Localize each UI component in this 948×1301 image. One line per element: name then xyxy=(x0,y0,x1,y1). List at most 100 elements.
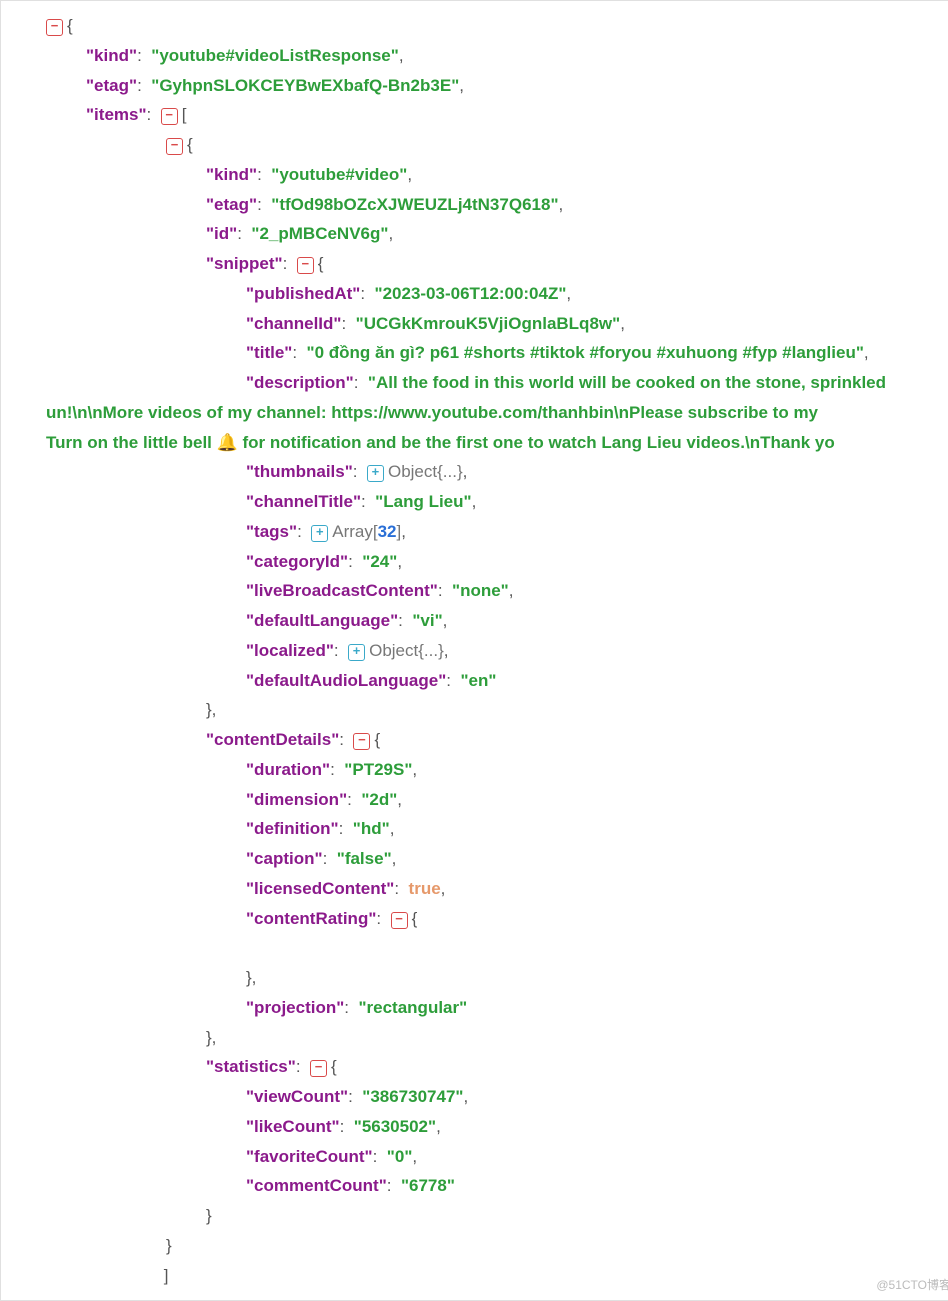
items-close: ] xyxy=(126,1261,948,1291)
collapse-icon[interactable]: − xyxy=(161,108,178,125)
kv-description: "description": "All the food in this wor… xyxy=(246,368,948,398)
item-open: −{ xyxy=(166,130,948,160)
json-string: "GyhpnSLOKCEYBwEXbafQ-Bn2b3E" xyxy=(151,76,459,95)
json-key: "id" xyxy=(206,224,237,243)
json-key: "favoriteCount" xyxy=(246,1147,373,1166)
expand-icon[interactable]: + xyxy=(348,644,365,661)
json-string: "tfOd98bOZcXJWEUZLj4tN37Q618" xyxy=(271,195,558,214)
json-key: "thumbnails" xyxy=(246,462,353,481)
json-key: "caption" xyxy=(246,849,323,868)
kv-title: "title": "0 đồng ăn gì? p61 #shorts #tik… xyxy=(246,338,948,368)
kv-definition: "definition": "hd", xyxy=(246,814,948,844)
json-key: "etag" xyxy=(86,76,137,95)
kv-item-kind: "kind": "youtube#video", xyxy=(206,160,948,190)
kv-localized: "localized": +Object{...}, xyxy=(246,636,948,666)
item-close: } xyxy=(166,1231,948,1261)
json-key: "kind" xyxy=(86,46,137,65)
json-key: "duration" xyxy=(246,760,330,779)
kv-kind: "kind": "youtube#videoListResponse", xyxy=(86,41,948,71)
kv-statistics: "statistics": −{ xyxy=(206,1052,948,1082)
kv-viewCount: "viewCount": "386730747", xyxy=(246,1082,948,1112)
watermark: @51CTO博客 xyxy=(876,1275,948,1296)
root-open: −{ xyxy=(46,11,948,41)
json-viewer: −{ "kind": "youtube#videoListResponse", … xyxy=(0,0,948,1301)
collapsed-meta: Object{...} xyxy=(369,641,444,660)
collapsed-meta: Array[32] xyxy=(332,522,401,541)
json-key: "projection" xyxy=(246,998,344,1017)
collapse-icon[interactable]: − xyxy=(310,1060,327,1077)
kv-contentRating: "contentRating": −{ xyxy=(246,904,948,934)
kv-contentDetails: "contentDetails": −{ xyxy=(206,725,948,755)
collapse-icon[interactable]: − xyxy=(166,138,183,155)
kv-etag: "etag": "GyhpnSLOKCEYBwEXbafQ-Bn2b3E", xyxy=(86,71,948,101)
json-key: "contentDetails" xyxy=(206,730,339,749)
json-string: "none" xyxy=(452,581,509,600)
json-key: "categoryId" xyxy=(246,552,348,571)
json-key: "dimension" xyxy=(246,790,347,809)
blank-line xyxy=(246,933,948,963)
kv-likeCount: "likeCount": "5630502", xyxy=(246,1112,948,1142)
json-string: "0 đồng ăn gì? p61 #shorts #tiktok #fory… xyxy=(307,343,864,362)
json-string: "2_pMBCeNV6g" xyxy=(251,224,388,243)
description-wrap-1: un!\n\nMore videos of my channel: https:… xyxy=(46,398,948,428)
collapse-icon[interactable]: − xyxy=(353,733,370,750)
json-string: "2023-03-06T12:00:04Z" xyxy=(375,284,567,303)
json-string: "6778" xyxy=(401,1176,455,1195)
json-key: "etag" xyxy=(206,195,257,214)
kv-defaultLanguage: "defaultLanguage": "vi", xyxy=(246,606,948,636)
json-string: "2d" xyxy=(361,790,397,809)
kv-caption: "caption": "false", xyxy=(246,844,948,874)
json-string: "false" xyxy=(337,849,392,868)
json-key: "liveBroadcastContent" xyxy=(246,581,438,600)
collapse-icon[interactable]: − xyxy=(391,912,408,929)
collapse-icon[interactable]: − xyxy=(297,257,314,274)
collapsed-meta: Object{...} xyxy=(388,462,463,481)
json-string: un!\n\nMore videos of my channel: https:… xyxy=(46,403,818,422)
expand-icon[interactable]: + xyxy=(367,465,384,482)
contentDetails-close: }, xyxy=(206,1023,948,1053)
kv-thumbnails: "thumbnails": +Object{...}, xyxy=(246,457,948,487)
json-string: "PT29S" xyxy=(344,760,412,779)
statistics-close: } xyxy=(206,1201,948,1231)
json-key: "kind" xyxy=(206,165,257,184)
json-string: "youtube#video" xyxy=(271,165,407,184)
json-key: "viewCount" xyxy=(246,1087,348,1106)
json-string: "youtube#videoListResponse" xyxy=(151,46,399,65)
json-key: "snippet" xyxy=(206,254,283,273)
kv-projection: "projection": "rectangular" xyxy=(246,993,948,1023)
json-string: "hd" xyxy=(353,819,390,838)
kv-categoryId: "categoryId": "24", xyxy=(246,547,948,577)
json-key: "contentRating" xyxy=(246,909,376,928)
json-string: "UCGkKmrouK5VjiOgnlaBLq8w" xyxy=(356,314,621,333)
json-key: "statistics" xyxy=(206,1057,296,1076)
json-string: "All the food in this world will be cook… xyxy=(368,373,886,392)
kv-dimension: "dimension": "2d", xyxy=(246,785,948,815)
json-key: "likeCount" xyxy=(246,1117,340,1136)
json-bool: true xyxy=(409,879,441,898)
json-key: "definition" xyxy=(246,819,339,838)
kv-channelTitle: "channelTitle": "Lang Lieu", xyxy=(246,487,948,517)
json-key: "channelId" xyxy=(246,314,341,333)
snippet-close: }, xyxy=(206,695,948,725)
json-string: "24" xyxy=(362,552,397,571)
kv-duration: "duration": "PT29S", xyxy=(246,755,948,785)
json-string: Turn on the little bell 🔔 for notificati… xyxy=(46,433,835,452)
json-key: "tags" xyxy=(246,522,297,541)
kv-favoriteCount: "favoriteCount": "0", xyxy=(246,1142,948,1172)
kv-snippet: "snippet": −{ xyxy=(206,249,948,279)
json-key: "description" xyxy=(246,373,354,392)
json-key: "commentCount" xyxy=(246,1176,387,1195)
kv-channelId: "channelId": "UCGkKmrouK5VjiOgnlaBLq8w", xyxy=(246,309,948,339)
kv-publishedAt: "publishedAt": "2023-03-06T12:00:04Z", xyxy=(246,279,948,309)
expand-icon[interactable]: + xyxy=(311,525,328,542)
json-key: "defaultLanguage" xyxy=(246,611,398,630)
collapse-icon[interactable]: − xyxy=(46,19,63,36)
json-key: "title" xyxy=(246,343,292,362)
json-key: "localized" xyxy=(246,641,334,660)
kv-liveBroadcastContent: "liveBroadcastContent": "none", xyxy=(246,576,948,606)
description-wrap-2: Turn on the little bell 🔔 for notificati… xyxy=(46,428,948,458)
kv-tags: "tags": +Array[32], xyxy=(246,517,948,547)
json-key: "publishedAt" xyxy=(246,284,360,303)
kv-item-id: "id": "2_pMBCeNV6g", xyxy=(206,219,948,249)
json-string: "vi" xyxy=(412,611,442,630)
